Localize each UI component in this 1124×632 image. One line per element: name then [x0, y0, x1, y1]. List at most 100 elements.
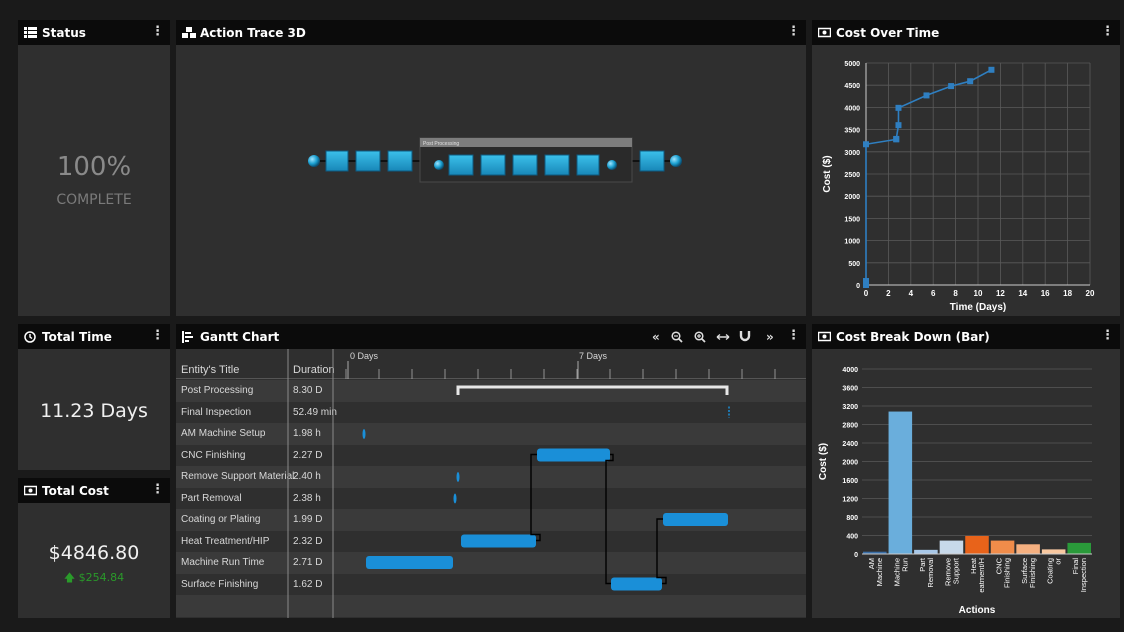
data-point[interactable] — [893, 135, 900, 142]
data-point[interactable] — [863, 141, 869, 148]
action-trace-canvas[interactable]: Post Processing — [176, 45, 806, 316]
category-label: Part Removal — [918, 557, 935, 587]
x-axis-label: Time (Days) — [950, 302, 1007, 313]
y-tick-label: 1600 — [842, 478, 858, 485]
task-bar[interactable] — [461, 534, 536, 548]
gantt-panel-header: Gantt Chart « » ⋮ — [176, 324, 806, 349]
group-label: Post Processing — [423, 141, 459, 147]
cost-breakdown-panel: Cost Break Down (Bar) ⋮ 0 400 800 1200 1600 2… — [812, 324, 1120, 618]
total-cost-value: $4846.80 — [48, 542, 140, 564]
bar[interactable] — [888, 411, 913, 554]
kebab-menu-icon[interactable]: ⋮ — [787, 24, 800, 39]
delta-value: $254.84 — [78, 571, 125, 584]
cost-breakdown-chart[interactable]: 0 400 800 1200 1600 2000 2400 2800 3200 3600 4000 A… — [812, 349, 1120, 618]
x-tick-label: 6 — [931, 289, 936, 298]
x-tick-label: 16 — [1041, 289, 1050, 298]
data-point[interactable] — [923, 92, 930, 99]
kebab-menu-icon[interactable]: ⋮ — [1101, 24, 1114, 39]
category-label: Machine Run — [892, 558, 909, 586]
gantt-panel: Gantt Chart « » ⋮ Entity's Title Duratio… — [176, 324, 806, 618]
money-icon — [23, 485, 38, 496]
category-label-line: Machine — [875, 558, 884, 586]
total-time-panel: Total Time ⋮ 11.23 Days — [18, 324, 170, 470]
kebab-menu-icon[interactable]: ⋮ — [151, 482, 164, 497]
category-label-line: or — [1054, 558, 1063, 565]
panel-title: Total Cost — [42, 483, 109, 498]
data-point[interactable] — [895, 104, 902, 111]
milestone-marker[interactable] — [456, 472, 460, 482]
action-trace-panel: Action Trace 3D ⋮ Post Processing — [176, 20, 806, 316]
data-point[interactable] — [988, 66, 995, 73]
milestone-marker[interactable] — [453, 493, 457, 504]
y-tick-label: 2400 — [842, 441, 858, 448]
cost-over-time-chart[interactable]: 0 2 4 6 8 10 12 14 16 18 20 0 500 1000 1500 2000 2500 300… — [812, 45, 1120, 316]
x-tick-label: 0 — [864, 289, 869, 298]
task-bar[interactable] — [611, 577, 662, 591]
y-tick-label: 1500 — [844, 216, 860, 223]
category-label: AM Machine — [867, 558, 884, 586]
category-label-line: Support — [951, 557, 960, 584]
bar[interactable] — [1041, 549, 1066, 554]
summary-bar[interactable] — [456, 385, 729, 395]
clock-icon — [24, 331, 37, 343]
total-cost-panel: Total Cost ⋮ $4846.80 🡅 $254.84 — [18, 478, 170, 618]
cost-over-time-panel: Cost Over Time ⋮ 0 2 4 6 8 10 12 14 16 18 20 0 500 10… — [812, 20, 1120, 316]
y-axis-label: Cost ($) — [818, 443, 829, 480]
next-button[interactable]: » — [766, 330, 774, 344]
data-point[interactable] — [967, 78, 974, 85]
y-tick-label: 2000 — [842, 460, 858, 467]
bar[interactable] — [1067, 542, 1091, 554]
dependency-connector — [656, 518, 667, 585]
x-tick-label: 10 — [974, 289, 983, 298]
action-trace-panel-header: Action Trace 3D ⋮ — [176, 20, 806, 45]
category-label: Coating or — [1046, 558, 1063, 584]
data-point[interactable] — [863, 278, 869, 285]
prev-button[interactable]: « — [652, 330, 660, 344]
bar[interactable] — [939, 540, 964, 554]
task-bar[interactable] — [537, 448, 610, 462]
y-tick-label: 3200 — [842, 404, 858, 411]
category-label-line: eatment/H — [977, 558, 986, 593]
category-label-line: Run — [900, 558, 909, 572]
magnet-icon[interactable] — [739, 330, 751, 345]
kebab-menu-icon[interactable]: ⋮ — [151, 24, 164, 39]
zoom-out-icon[interactable] — [671, 331, 683, 346]
bar[interactable] — [914, 549, 938, 554]
arrow-up-icon: 🡅 — [63, 571, 76, 584]
task-bar[interactable] — [663, 513, 728, 526]
trace-node — [639, 150, 665, 172]
data-point[interactable] — [948, 83, 955, 90]
gantt-timeline[interactable] — [176, 349, 806, 618]
status-percent: 100% — [56, 152, 132, 182]
bar[interactable] — [990, 540, 1015, 554]
trace-end-node — [670, 155, 682, 167]
dependency-connector — [605, 453, 614, 585]
category-label: Heat eatment/H — [969, 557, 986, 593]
y-tick-label: 400 — [846, 534, 858, 541]
data-point[interactable] — [895, 122, 902, 129]
kebab-menu-icon[interactable]: ⋮ — [787, 328, 800, 343]
status-panel-header: Status ⋮ — [18, 20, 170, 45]
bar[interactable] — [1016, 544, 1040, 554]
y-tick-label: 3600 — [842, 386, 858, 393]
category-label: CNC Finishing — [995, 557, 1012, 588]
fit-width-icon[interactable] — [716, 331, 730, 346]
y-tick-label: 4500 — [844, 83, 860, 90]
kebab-menu-icon[interactable]: ⋮ — [151, 328, 164, 343]
bar[interactable] — [965, 535, 989, 554]
total-cost-delta: 🡅 $254.84 — [18, 569, 170, 588]
total-time-value: 11.23 Days — [40, 400, 148, 422]
trace-node — [387, 150, 413, 172]
task-bar[interactable] — [366, 556, 453, 569]
y-tick-label: 4000 — [842, 367, 858, 374]
y-tick-label: 1200 — [842, 497, 858, 504]
milestone-marker[interactable] — [362, 429, 366, 439]
zoom-in-icon[interactable] — [694, 331, 706, 346]
post-processing-group[interactable]: Post Processing — [419, 137, 633, 183]
y-tick-label: 2800 — [842, 423, 858, 430]
y-tick-label: 2500 — [844, 172, 860, 179]
cost-breakdown-panel-header: Cost Break Down (Bar) ⋮ — [812, 324, 1120, 349]
kebab-menu-icon[interactable]: ⋮ — [1101, 328, 1114, 343]
panel-title: Cost Break Down (Bar) — [836, 329, 990, 344]
y-tick-label: 800 — [846, 515, 858, 522]
